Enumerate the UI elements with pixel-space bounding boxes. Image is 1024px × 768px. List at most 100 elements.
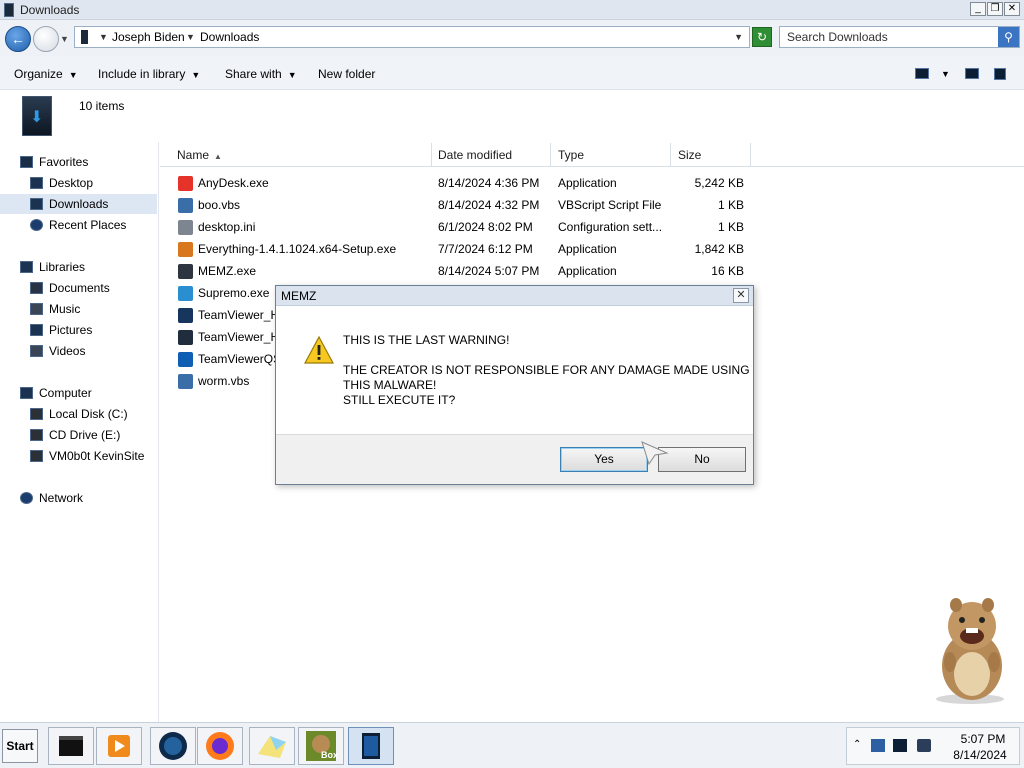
search-icon[interactable]: ⚲ [998, 27, 1019, 47]
taskbar-app-button[interactable] [249, 727, 295, 765]
cd-drive-icon [30, 429, 43, 441]
show-hidden-icons-icon[interactable]: ⌃ [853, 739, 867, 752]
desktop-icon [30, 177, 43, 189]
memz-warning-dialog: MEMZ ✕ THIS IS THE LAST WARNING! THE CRE… [275, 285, 754, 485]
clock-time[interactable]: 5:07 PM [951, 732, 1015, 746]
nav-videos[interactable]: Videos [30, 341, 85, 361]
file-size: 1 KB [717, 220, 744, 234]
nav-network-share[interactable]: VM0b0t KevinSite [30, 446, 144, 466]
taskbar: Start Box ⌃ 5:07 PM 8/14/2024 [0, 722, 1024, 768]
file-type: Configuration sett... [558, 220, 663, 234]
file-name: AnyDesk.exe [198, 176, 269, 190]
nav-recent-places[interactable]: Recent Places [30, 215, 126, 235]
nav-computer[interactable]: Computer [20, 383, 92, 403]
taskbar-file-explorer-button[interactable] [48, 727, 94, 765]
navigation-pane: Favorites Desktop Downloads Recent Place… [0, 142, 159, 722]
nav-downloads[interactable]: Downloads [0, 194, 157, 214]
file-name: boo.vbs [198, 198, 241, 212]
new-folder-button[interactable]: New folder [318, 67, 375, 81]
nav-network[interactable]: Network [20, 488, 83, 508]
include-in-library-menu[interactable]: Include in library ▼ [98, 67, 200, 81]
address-history-dropdown[interactable]: ▼ [734, 32, 743, 42]
music-icon [30, 303, 43, 315]
file-row[interactable]: MEMZ.exe 8/14/2024 5:07 PM Application 16 K… [160, 261, 760, 283]
dialog-warning-line: THIS IS THE LAST WARNING! [343, 333, 510, 347]
search-input[interactable]: Search Downloads ⚲ [779, 26, 1020, 48]
column-size[interactable]: Size [671, 143, 751, 167]
preview-pane-icon[interactable] [965, 68, 979, 79]
nav-music[interactable]: Music [30, 299, 80, 319]
network-status-icon[interactable] [871, 739, 885, 752]
dialog-close-button[interactable]: ✕ [733, 288, 749, 303]
share-with-menu[interactable]: Share with ▼ [225, 67, 297, 81]
hard-drive-icon [30, 408, 43, 420]
nav-pictures[interactable]: Pictures [30, 320, 92, 340]
teamviewer-icon [178, 308, 193, 323]
teamviewer-qs-icon [178, 352, 193, 367]
view-dropdown-icon[interactable]: ▼ [941, 69, 950, 79]
column-name[interactable]: Name ▲ [170, 143, 432, 167]
start-button[interactable]: Start [2, 729, 38, 763]
column-date-modified[interactable]: Date modified [431, 143, 551, 167]
column-type[interactable]: Type [551, 143, 671, 167]
taskbar-firefox-button[interactable] [197, 727, 243, 765]
nav-documents[interactable]: Documents [30, 278, 110, 298]
media-player-icon [108, 735, 130, 757]
dialog-disclaimer-line: THE CREATOR IS NOT RESPONSIBLE FOR ANY D… [343, 363, 750, 377]
taskbar-bonzi-button[interactable]: Box [298, 727, 344, 765]
command-bar: Organize ▼ Include in library ▼ Share with… [0, 56, 1024, 90]
volume-icon[interactable] [917, 739, 931, 752]
taskbar-memz-button[interactable] [348, 727, 394, 765]
help-icon[interactable] [994, 68, 1006, 80]
details-header: 10 items [0, 90, 1024, 142]
nav-local-disk[interactable]: Local Disk (C:) [30, 404, 128, 424]
back-button[interactable]: ← [5, 26, 31, 52]
close-button[interactable]: ✕ [1004, 2, 1020, 16]
nav-favorites[interactable]: Favorites [20, 152, 88, 172]
clock-date[interactable]: 8/14/2024 [945, 748, 1015, 762]
dialog-title: MEMZ [281, 289, 317, 303]
view-options-icon[interactable] [915, 68, 929, 79]
file-row[interactable]: AnyDesk.exe 8/14/2024 4:36 PM Application 5… [160, 173, 760, 195]
breadcrumb[interactable]: ▼ Joseph Biden ▼ Downloads ▼ [74, 26, 750, 48]
file-row[interactable]: boo.vbs 8/14/2024 4:32 PM VBScript Script … [160, 195, 760, 217]
organize-menu[interactable]: Organize ▼ [14, 67, 78, 81]
file-explorer-icon [59, 736, 83, 756]
app-icon [178, 264, 193, 279]
breadcrumb-item-downloads[interactable]: Downloads [200, 30, 259, 44]
window-title: Downloads [20, 3, 80, 17]
file-type: Application [558, 176, 617, 190]
breadcrumb-item-user[interactable]: Joseph Biden [112, 30, 185, 44]
restore-button[interactable]: ❐ [987, 2, 1003, 16]
folder-icon [81, 30, 88, 44]
nav-libraries[interactable]: Libraries [20, 257, 85, 277]
refresh-button[interactable]: ↻ [752, 27, 772, 47]
downloads-icon [30, 198, 43, 210]
nav-desktop[interactable]: Desktop [30, 173, 93, 193]
hamster-desktop-buddy-icon [936, 598, 1004, 704]
chevron-down-icon[interactable]: ▼ [99, 32, 108, 42]
warning-icon [304, 336, 334, 364]
file-name: desktop.ini [198, 220, 256, 234]
file-row[interactable]: desktop.ini 6/1/2024 8:02 PM Configuration… [160, 217, 760, 239]
script-icon [178, 374, 193, 389]
no-button[interactable]: No [658, 447, 746, 472]
file-size: 1,842 KB [694, 242, 744, 256]
taskbar-media-player-button[interactable] [96, 727, 142, 765]
chevron-down-icon[interactable]: ▼ [186, 32, 195, 42]
crystal-icon [258, 736, 286, 758]
column-header-row: Name ▲ Date modified Type Size [160, 143, 1024, 167]
file-name: Everything-1.4.1.1024.x64-Setup.exe [198, 242, 397, 256]
address-bar: ← ▼ ▼ Joseph Biden ▼ Downloads ▼ ↻ Searc… [0, 20, 1024, 56]
documents-icon [30, 282, 43, 294]
yes-button[interactable]: Yes [560, 447, 648, 472]
display-icon[interactable] [893, 739, 907, 752]
recent-pages-dropdown[interactable]: ▼ [60, 34, 69, 44]
minimize-button[interactable]: _ [970, 2, 986, 16]
file-size: 5,242 KB [694, 176, 744, 190]
file-row[interactable]: Everything-1.4.1.1024.x64-Setup.exe 7/7/2… [160, 239, 760, 261]
taskbar-browser-button[interactable] [150, 727, 196, 765]
forward-button[interactable] [33, 26, 59, 52]
network-icon [20, 492, 33, 504]
nav-cd-drive[interactable]: CD Drive (E:) [30, 425, 120, 445]
